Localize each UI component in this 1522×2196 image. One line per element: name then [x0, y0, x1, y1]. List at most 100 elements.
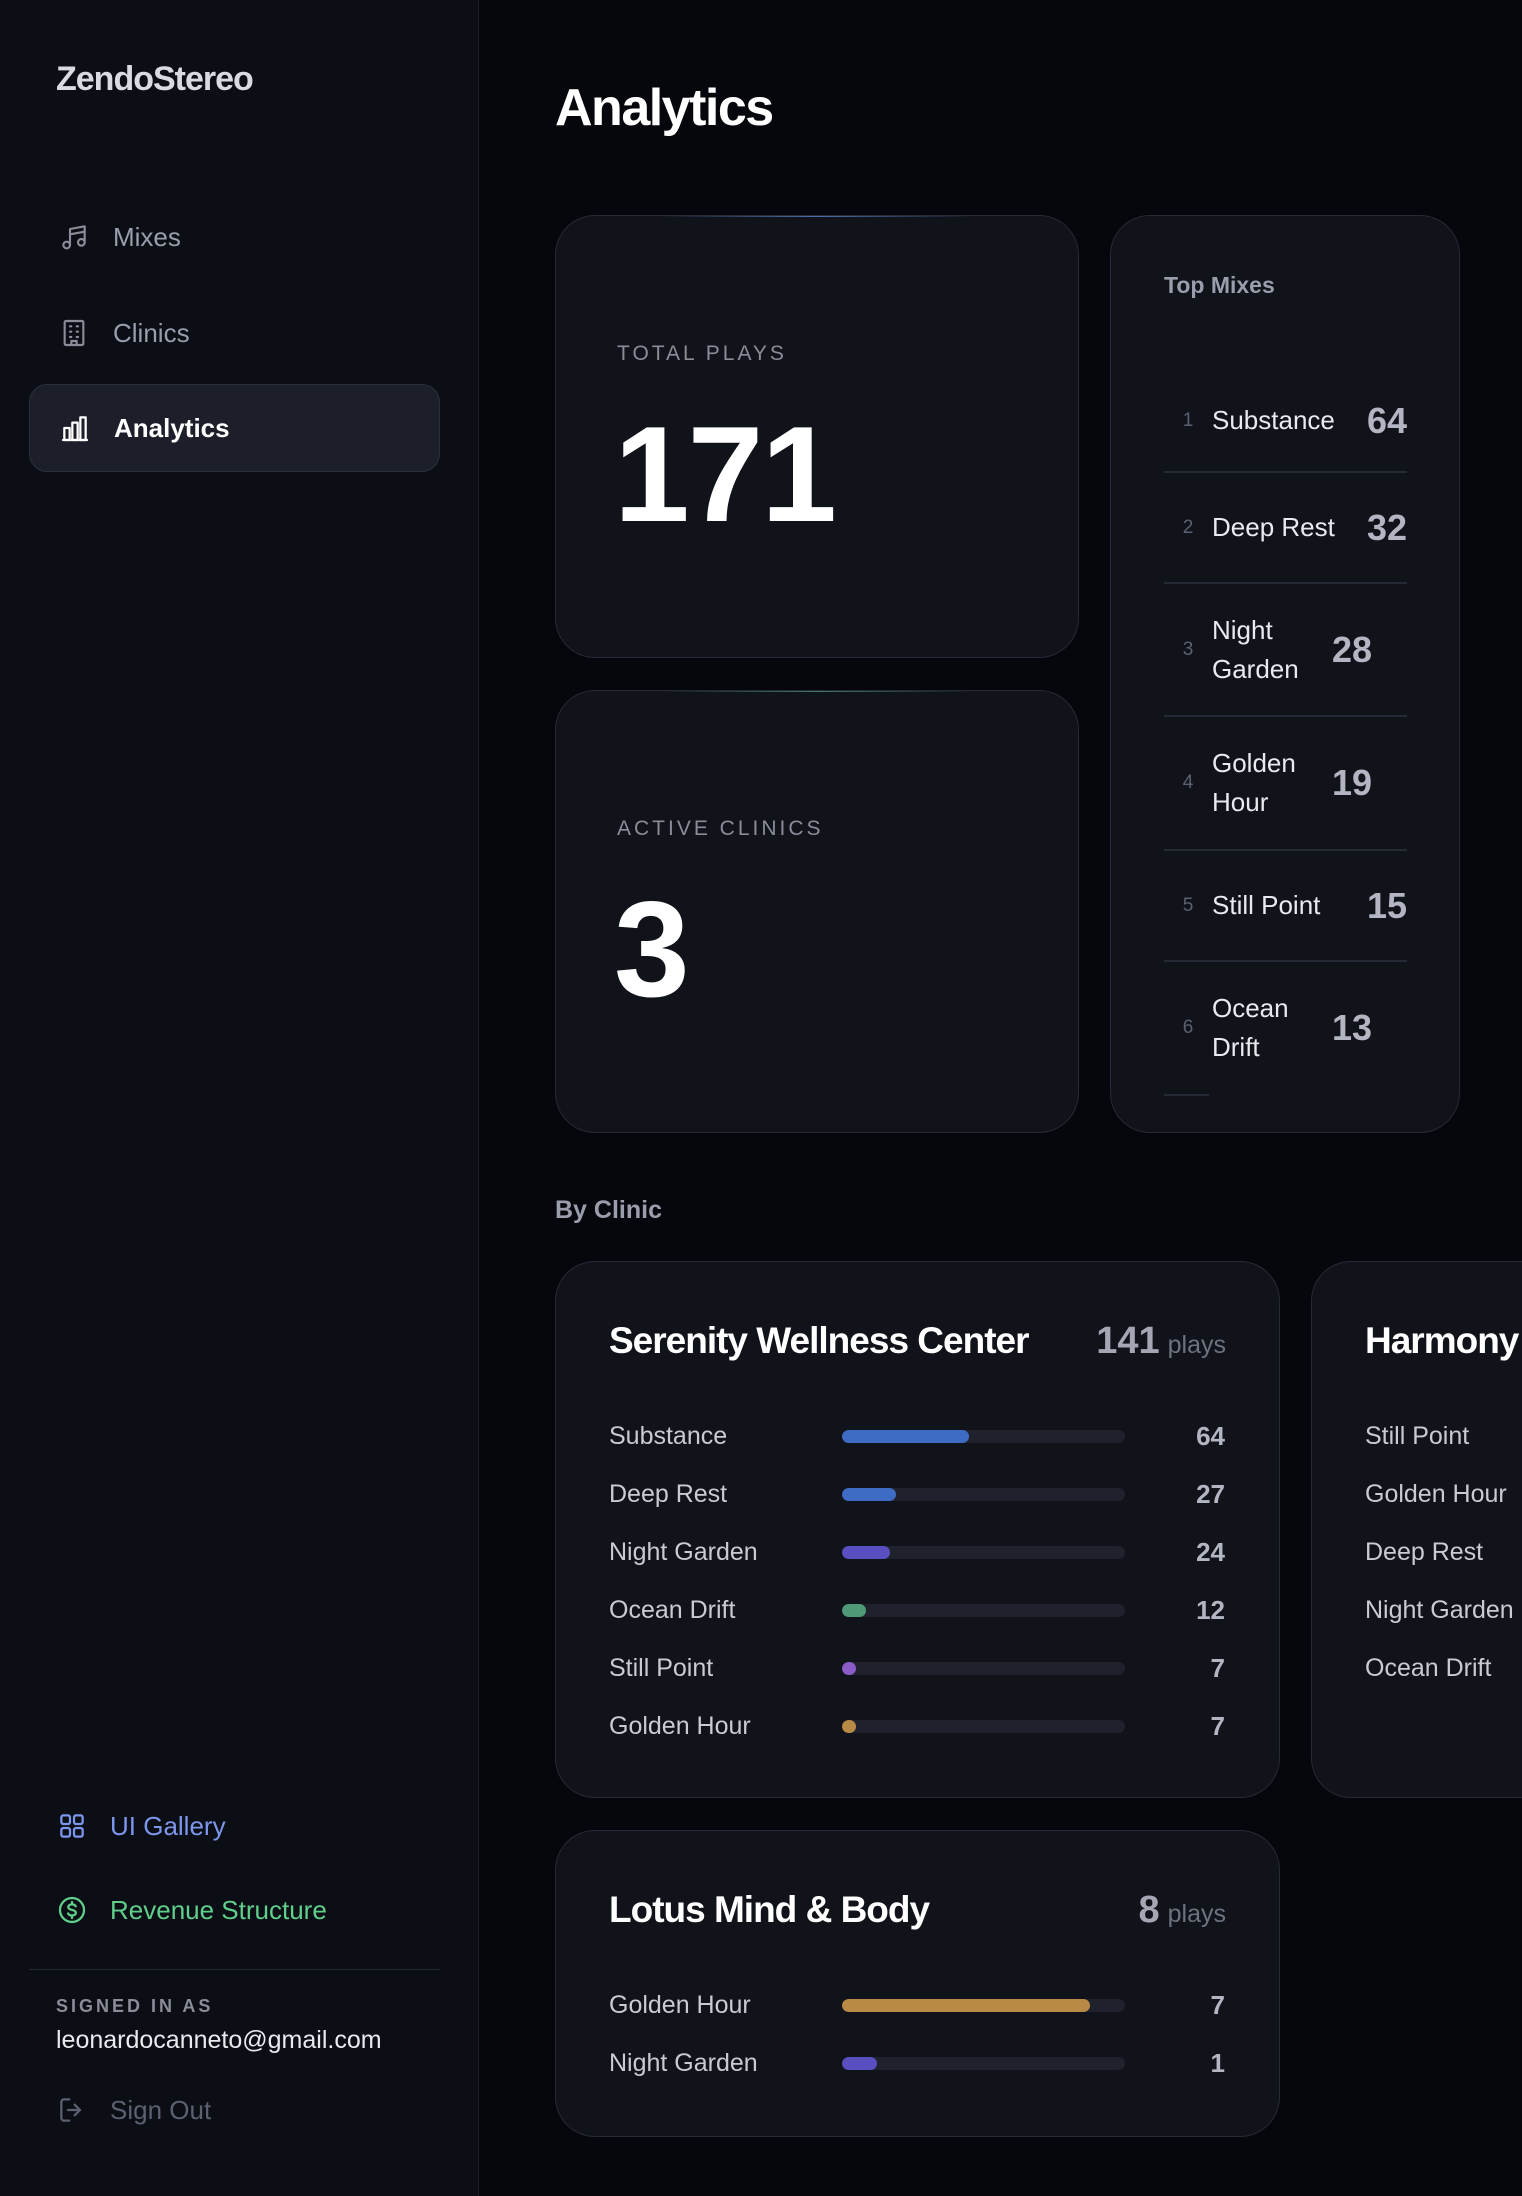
- clinic-mix-row: Deep Rest: [1365, 1532, 1522, 1572]
- sign-out-label: Sign Out: [110, 2094, 212, 2125]
- top-mixes-card: Top Mixes 1 Substance 64 2 Deep Rest 32 …: [1110, 215, 1460, 1133]
- total-plays-value: 171: [614, 398, 837, 550]
- mix-name: Still Point: [1365, 1421, 1470, 1450]
- clinic-card-serenity: Serenity Wellness Center 141 plays Subst…: [555, 1261, 1280, 1798]
- mix-count: 64: [1366, 399, 1407, 441]
- mix-plays-count: 7: [1210, 1989, 1225, 2020]
- sign-out-icon: [56, 2094, 88, 2126]
- progress-track: [842, 1603, 1125, 1617]
- mix-plays-count: 12: [1196, 1594, 1225, 1625]
- progress-fill: [842, 1719, 857, 1733]
- active-clinics-label: ACTIVE CLINICS: [617, 817, 824, 840]
- progress-track: [842, 1487, 1125, 1501]
- mix-name: Deep Rest: [609, 1479, 728, 1508]
- plays-unit: plays: [1167, 1331, 1226, 1359]
- revenue-structure-link[interactable]: Revenue Structure: [56, 1894, 327, 1926]
- top-mix-row[interactable]: 5 Still Point 15: [1164, 851, 1407, 962]
- mix-name: Night Garden: [609, 2048, 758, 2077]
- top-mixes-title: Top Mixes: [1164, 272, 1275, 298]
- sidebar-item-label: Clinics: [113, 317, 190, 348]
- clinic-mix-row: Still Point 7: [609, 1648, 1225, 1688]
- rank-number: 5: [1182, 894, 1194, 916]
- total-plays-card: TOTAL PLAYS 171: [555, 215, 1079, 658]
- sidebar-divider: [29, 1969, 440, 1970]
- mix-count: 15: [1366, 884, 1407, 926]
- mix-name: Deep Rest: [1365, 1537, 1484, 1566]
- clinic-name: Lotus Mind & Body: [609, 1889, 930, 1930]
- active-clinics-value: 3: [614, 873, 690, 1025]
- mix-name: Golden Hour: [609, 1990, 751, 2019]
- progress-fill: [842, 1661, 857, 1675]
- progress-fill: [842, 2056, 878, 2070]
- progress-fill: [842, 1998, 1090, 2012]
- building-icon: [57, 316, 91, 350]
- rank-number: 1: [1182, 409, 1194, 431]
- mix-name: Ocean Drift: [1212, 993, 1289, 1062]
- rank-number: 3: [1182, 638, 1194, 660]
- clinic-name: Serenity Wellness Center: [609, 1320, 1029, 1361]
- progress-fill: [842, 1545, 891, 1559]
- sidebar-item-label: Mixes: [113, 221, 181, 252]
- bar-chart-icon: [58, 411, 92, 445]
- sign-out-button[interactable]: Sign Out: [56, 2094, 211, 2126]
- top-mix-row[interactable]: 2 Deep Rest 32: [1164, 473, 1407, 584]
- brand-logo[interactable]: ZendoStereo: [56, 60, 254, 99]
- signed-in-label: SIGNED IN AS: [56, 1996, 214, 2016]
- clinic-total-plays: 8 plays: [1138, 1889, 1226, 1932]
- clinic-card-harmony: Harmony Still Point Golden Hour Deep Rest N…: [1311, 1261, 1522, 1798]
- clinic-mix-row: Night Garden 1: [609, 2043, 1225, 2083]
- mix-name: Night Garden: [1365, 1595, 1514, 1624]
- clinic-mix-row: Ocean Drift: [1365, 1648, 1522, 1688]
- top-mix-row[interactable]: 4 Golden Hour 19: [1164, 717, 1407, 851]
- progress-track: [842, 1429, 1125, 1443]
- sidebar-item-analytics[interactable]: Analytics: [29, 384, 440, 472]
- mix-plays-count: 27: [1196, 1478, 1225, 1509]
- progress-fill: [842, 1487, 896, 1501]
- ui-gallery-link[interactable]: UI Gallery: [56, 1810, 226, 1842]
- by-clinic-heading: By Clinic: [555, 1196, 662, 1224]
- clinic-mix-row: Still Point: [1365, 1416, 1522, 1456]
- mix-count: 32: [1366, 506, 1407, 548]
- mix-plays-count: 7: [1210, 1652, 1225, 1683]
- mix-name: Still Point: [609, 1653, 714, 1682]
- top-mix-row[interactable]: 6 Ocean Drift 13: [1164, 962, 1407, 1094]
- sidebar-item-clinics[interactable]: Clinics: [29, 289, 440, 377]
- sidebar-item-mixes[interactable]: Mixes: [29, 193, 440, 281]
- progress-fill: [842, 1429, 970, 1443]
- total-plays-label: TOTAL PLAYS: [617, 342, 787, 365]
- card-accent-glow: [660, 216, 974, 217]
- clinic-total-plays: 141 plays: [1096, 1320, 1226, 1363]
- clinic-mix-row: Ocean Drift 12: [609, 1590, 1225, 1630]
- mix-name: Substance: [609, 1421, 728, 1450]
- clinic-mix-row: Night Garden: [1365, 1590, 1522, 1630]
- mix-name: Still Point: [1212, 890, 1321, 920]
- mix-name: Golden Hour: [1212, 748, 1296, 817]
- progress-track: [842, 1998, 1125, 2012]
- top-mix-row[interactable]: 3 Night Garden 28: [1164, 584, 1407, 717]
- plays-count: 8: [1138, 1889, 1160, 1931]
- mix-plays-count: 7: [1210, 1710, 1225, 1741]
- top-mix-row[interactable]: 1 Substance 64: [1164, 370, 1407, 473]
- mix-name: Golden Hour: [1365, 1479, 1507, 1508]
- user-email: leonardocanneto@gmail.com: [56, 2026, 382, 2054]
- plays-unit: plays: [1167, 1900, 1226, 1928]
- clinic-mix-row: Night Garden 24: [609, 1532, 1225, 1572]
- mix-plays-count: 64: [1196, 1420, 1225, 1451]
- mix-name: Substance: [1212, 405, 1335, 435]
- clinic-card-lotus: Lotus Mind & Body 8 plays Golden Hour 7 Ni…: [555, 1830, 1280, 2137]
- mix-count: 19: [1332, 762, 1373, 803]
- music-note-icon: [57, 220, 91, 254]
- progress-fill: [842, 1603, 867, 1617]
- clinic-mix-row: Golden Hour 7: [609, 1985, 1225, 2025]
- ui-gallery-label: UI Gallery: [110, 1810, 226, 1841]
- clinic-mix-row: Substance 64: [609, 1416, 1225, 1456]
- mix-name: Ocean Drift: [1365, 1653, 1492, 1682]
- progress-track: [842, 2056, 1125, 2070]
- rank-number: 6: [1182, 1017, 1194, 1038]
- grid-icon: [56, 1810, 88, 1842]
- rank-number: 4: [1182, 772, 1194, 793]
- mix-count: 13: [1332, 1007, 1373, 1048]
- plays-count: 141: [1096, 1320, 1160, 1362]
- sidebar-item-label: Analytics: [114, 412, 230, 443]
- rank-number: 2: [1182, 516, 1194, 538]
